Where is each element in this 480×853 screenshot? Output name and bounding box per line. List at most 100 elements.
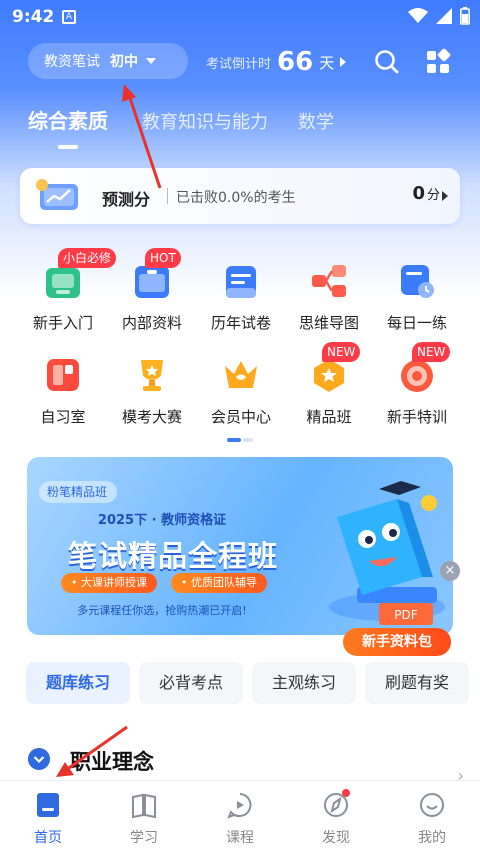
exam-type-selector[interactable]: 教资笔试 初中 <box>28 43 188 79</box>
grid-item-mock-exam[interactable]: 模考大赛 <box>107 356 197 446</box>
course-icon <box>227 793 252 819</box>
banner-pill: • 优质团队辅导 <box>171 573 267 593</box>
grid-item-newbie-training[interactable]: NEW 新手特训 <box>372 342 462 446</box>
badge-new: NEW <box>412 342 451 362</box>
prediction-score: 0 分 <box>412 183 440 204</box>
countdown-label: 考试倒计时 <box>206 56 272 72</box>
status-time: 9:42 <box>12 7 55 27</box>
active-tab-indicator <box>58 145 78 149</box>
system-icons <box>408 7 470 25</box>
tab-label: 发现 <box>322 830 350 846</box>
mindmap-icon <box>312 265 346 297</box>
tab-label: 学习 <box>130 830 158 846</box>
crown-icon <box>225 361 257 388</box>
study-icon <box>132 793 156 819</box>
newbie-gift-pack-button[interactable]: 新手资料包 <box>343 628 451 656</box>
grid-label: 精品班 <box>306 408 352 426</box>
tab-home[interactable]: 首页 <box>0 781 96 853</box>
exam-type-label: 教资笔试 <box>44 54 100 70</box>
promo-banner[interactable]: 粉笔精品班 2025下 · 教师资格证 笔试精品全程班 • 大课讲师授课 • 优… <box>27 457 453 635</box>
grid-label: 历年试卷 <box>210 314 271 332</box>
prediction-beat-text: 已击败0.0%的考生 <box>176 190 296 206</box>
dropdown-caret-icon <box>146 58 156 64</box>
score-unit: 分 <box>426 188 440 203</box>
tab-label: 综合素质 <box>28 109 108 133</box>
tab-label: 首页 <box>34 830 62 846</box>
trophy-icon <box>141 360 163 391</box>
tab-math[interactable]: 数学 <box>298 108 334 134</box>
grid-label: 新手入门 <box>32 314 93 332</box>
battery-icon <box>460 7 470 25</box>
grid-item-newbie[interactable]: 小白必修 新手入门 <box>18 248 117 352</box>
search-icon[interactable] <box>373 48 401 76</box>
tab-study[interactable]: 学习 <box>96 781 192 853</box>
grid-page-indicator <box>227 438 253 442</box>
grid-label: 内部资料 <box>121 314 182 332</box>
banner-subtitle: 2025下 · 教师资格证 <box>97 513 227 528</box>
grid-item-internal-materials[interactable]: HOT 内部资料 <box>107 248 197 352</box>
badge-hot: HOT <box>145 248 181 268</box>
page-dot-active <box>227 438 241 442</box>
tab-profile[interactable]: 我的 <box>384 781 480 853</box>
divider <box>167 188 168 204</box>
grid-label: 新手特训 <box>386 408 447 426</box>
countdown-unit: 天 <box>319 53 335 72</box>
profile-icon <box>420 793 444 817</box>
exam-countdown[interactable]: 考试倒计时 66 天 <box>206 40 347 84</box>
bottom-tab-bar: 首页 学习 课程 发现 我的 <box>0 780 480 853</box>
tab-subjective-practice[interactable]: 主观练习 <box>252 662 356 704</box>
tab-label: 教育知识与能力 <box>142 112 268 133</box>
tab-comprehensive-quality[interactable]: 综合素质 <box>28 105 108 149</box>
chevron-right-icon <box>442 191 448 201</box>
banner-headline: 笔试精品全程班 <box>67 539 278 573</box>
top-bar: 教资笔试 初中 考试倒计时 66 天 <box>0 40 480 84</box>
tab-label: 课程 <box>226 830 254 846</box>
notification-icon: A <box>62 10 76 24</box>
tab-practice-rewards[interactable]: 刷题有奖 <box>365 662 469 704</box>
grid-label: 会员中心 <box>210 408 271 426</box>
status-bar: 9:42 A <box>0 0 480 34</box>
grid-item-member-center[interactable]: 会员中心 <box>196 356 286 446</box>
grid-label: 自习室 <box>40 408 86 426</box>
banner-pill: • 大课讲师授课 <box>61 573 157 593</box>
apps-icon[interactable] <box>424 48 452 76</box>
prediction-chart-icon <box>36 179 78 210</box>
pdf-label: PDF <box>394 608 417 622</box>
banner-note: 多元课程任你选，抢购热潮已开启! <box>77 604 247 617</box>
home-icon <box>37 793 59 817</box>
tab-education-knowledge[interactable]: 教育知识与能力 <box>142 108 268 134</box>
countdown-days: 66 <box>277 47 314 77</box>
prediction-card[interactable]: 预测分 已击败0.0%的考生 0 分 <box>20 168 460 224</box>
tab-key-points[interactable]: 必背考点 <box>139 662 243 704</box>
tab-discover[interactable]: 发现 <box>288 781 384 853</box>
tab-course[interactable]: 课程 <box>192 781 288 853</box>
exam-level-label: 初中 <box>110 54 138 70</box>
grid-label: 思维导图 <box>298 314 359 332</box>
section-professional-concept[interactable]: 职业理念 › <box>28 744 468 785</box>
grid-item-premium-class[interactable]: NEW 精品班 <box>284 342 374 446</box>
close-banner-icon[interactable]: × <box>440 561 460 581</box>
tab-question-bank[interactable]: 题库练习 <box>26 662 130 704</box>
tab-label: 数学 <box>298 112 334 133</box>
badge-new: NEW <box>322 342 361 362</box>
grid-label: 每日一练 <box>386 314 447 332</box>
grid-item-past-papers[interactable]: 历年试卷 <box>196 262 286 352</box>
collapse-chevron-icon[interactable] <box>28 748 50 770</box>
banner-brand: 粉笔精品班 <box>39 481 118 503</box>
grid-item-study-room[interactable]: 自习室 <box>18 356 108 446</box>
tab-label: 我的 <box>418 830 446 846</box>
page-dot <box>243 438 253 442</box>
prediction-title: 预测分 <box>102 190 151 209</box>
paper-icon <box>226 266 256 298</box>
daily-icon <box>401 265 434 298</box>
book-mascot-illustration: PDF <box>329 481 445 625</box>
wifi-icon <box>408 8 428 23</box>
signal-icon <box>436 8 452 24</box>
section-title: 职业理念 <box>70 750 154 774</box>
grid-item-mind-map[interactable]: 思维导图 <box>284 262 374 352</box>
score-value: 0 <box>412 183 425 204</box>
subject-tabs: 综合素质 教育知识与能力 数学 <box>0 100 480 150</box>
countdown-arrow-icon <box>340 57 347 67</box>
study-room-icon <box>47 359 79 391</box>
grid-item-daily-practice[interactable]: 每日一练 <box>372 262 462 352</box>
